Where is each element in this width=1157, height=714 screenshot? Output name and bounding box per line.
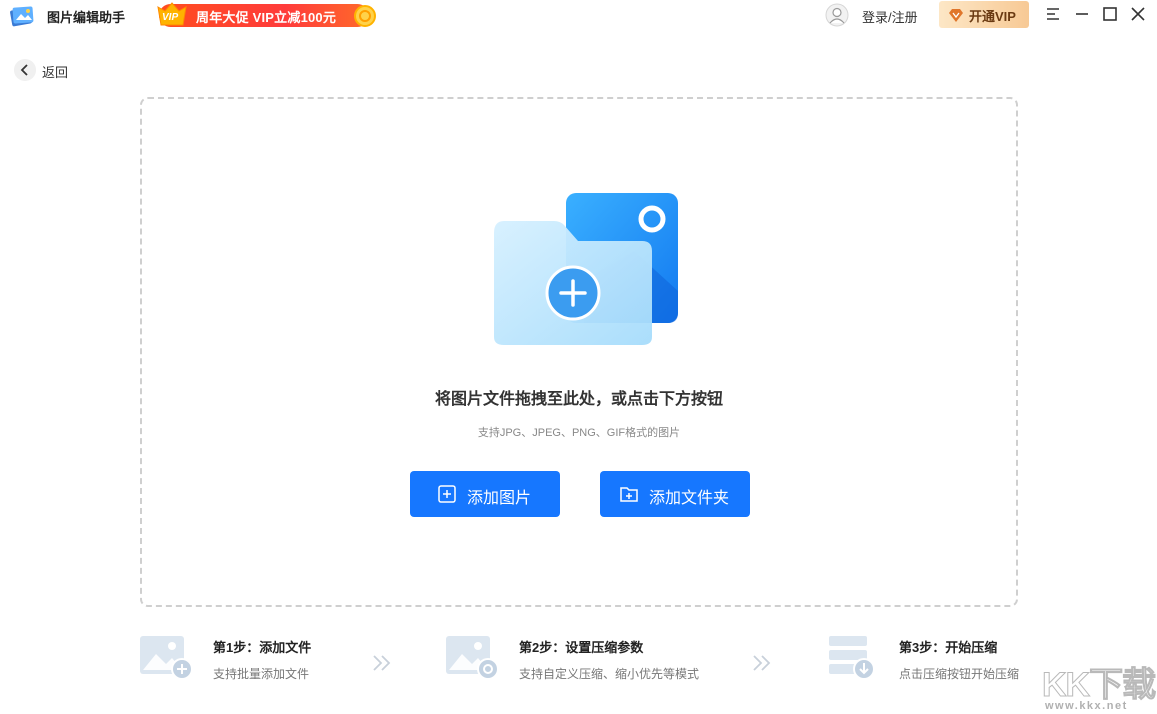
add-image-label: 添加图片 xyxy=(467,490,532,507)
watermark: KK下载 www.kkx.net xyxy=(1038,657,1156,713)
server-download-icon xyxy=(829,636,875,680)
step-3-title: 第3步：开始压缩 xyxy=(899,640,998,655)
promo-vip-badge: VIP xyxy=(162,12,179,23)
maximize-icon[interactable] xyxy=(1101,5,1119,23)
step-2-title: 第2步：设置压缩参数 xyxy=(519,640,644,655)
watermark-text: KK下载 xyxy=(1041,666,1156,705)
open-vip-label: 开通VIP xyxy=(969,9,1016,24)
title-bar: 图片编辑助手 VIP 周年大促 VIP立减100元 登录/注册 开通VIP xyxy=(0,0,1157,30)
step-3-desc: 点击压缩按钮开始压缩 xyxy=(899,667,1020,681)
vip-gem-icon xyxy=(949,9,963,22)
step-1-desc: 支持批量添加文件 xyxy=(213,667,310,681)
open-vip-button[interactable]: 开通VIP xyxy=(939,1,1029,28)
step-2-desc: 支持自定义压缩、缩小优先等模式 xyxy=(519,667,700,681)
folder-image-illustration-icon xyxy=(494,193,678,345)
add-folder-button[interactable]: 添加文件夹 xyxy=(600,471,750,517)
app-logo-icon xyxy=(10,6,34,27)
minimize-icon[interactable] xyxy=(1073,5,1091,23)
promo-text: 周年大促 VIP立减100元 xyxy=(196,10,337,25)
image-settings-icon xyxy=(446,636,499,680)
chevron-left-icon xyxy=(14,59,36,81)
drop-zone-subtitle: 支持JPG、JPEG、PNG、GIF格式的图片 xyxy=(477,427,681,439)
step-1-title: 第1步：添加文件 xyxy=(213,640,312,655)
user-avatar-icon[interactable] xyxy=(825,3,849,27)
add-folder-label: 添加文件夹 xyxy=(649,490,730,507)
menu-icon[interactable] xyxy=(1044,5,1062,23)
watermark-url: www.kkx.net xyxy=(1045,700,1128,712)
double-chevron-right-icon xyxy=(373,655,391,671)
plus-square-icon xyxy=(438,485,456,503)
coin-icon xyxy=(354,5,376,27)
drop-zone-title: 将图片文件拖拽至此处，或点击下方按钮 xyxy=(434,391,723,408)
add-image-button[interactable]: 添加图片 xyxy=(410,471,560,517)
app-title: 图片编辑助手 xyxy=(47,10,126,25)
promo-banner[interactable]: VIP 周年大促 VIP立减100元 xyxy=(155,1,379,29)
double-chevron-right-icon xyxy=(753,655,771,671)
folder-plus-icon xyxy=(620,487,638,502)
login-register-link[interactable]: 登录/注册 xyxy=(862,7,918,26)
drop-zone[interactable]: 将图片文件拖拽至此处，或点击下方按钮 支持JPG、JPEG、PNG、GIF格式的… xyxy=(140,97,1018,607)
image-add-icon xyxy=(140,636,193,680)
close-icon[interactable] xyxy=(1129,5,1147,23)
back-label: 返回 xyxy=(42,65,69,80)
